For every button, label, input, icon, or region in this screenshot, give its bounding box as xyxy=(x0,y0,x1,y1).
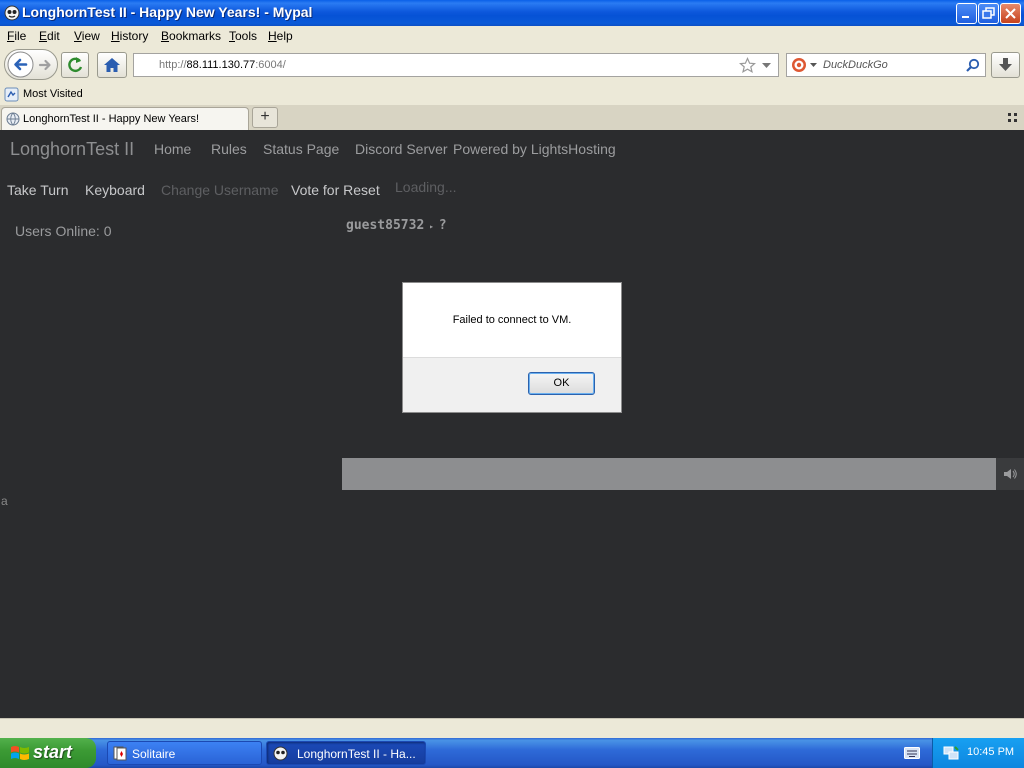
tab-label: LonghornTest II - Happy New Years! xyxy=(23,113,200,125)
new-tab-button[interactable]: + xyxy=(252,107,278,128)
minimize-icon xyxy=(962,16,969,18)
caret-icon: ▸ xyxy=(424,222,439,231)
downloads-button[interactable] xyxy=(991,52,1020,78)
tab-longhorntest[interactable]: LonghornTest II - Happy New Years! xyxy=(1,107,249,130)
menu-tools[interactable]: Tools xyxy=(229,29,257,43)
users-online-count: Users Online: 0 xyxy=(15,223,112,239)
nav-home[interactable]: Home xyxy=(154,141,191,157)
network-connection-icon[interactable] xyxy=(943,745,959,761)
list-all-tabs-icon[interactable] xyxy=(1008,113,1018,123)
home-button[interactable] xyxy=(97,52,127,78)
menu-history[interactable]: History xyxy=(111,29,148,43)
menu-edit[interactable]: Edit xyxy=(39,29,60,43)
forward-arrow-icon[interactable] xyxy=(37,57,53,73)
restore-button[interactable] xyxy=(978,3,999,24)
dialog-message-area: Failed to connect to VM. xyxy=(403,283,621,358)
page-content: LonghornTest II Home Rules Status Page D… xyxy=(0,130,1024,718)
mypal-app-icon xyxy=(4,5,20,21)
url-text: http://88.111.130.77:6004/ xyxy=(159,59,286,71)
nav-rules[interactable]: Rules xyxy=(211,141,247,157)
menu-help[interactable]: Help xyxy=(268,29,293,43)
navigation-toolbar: http://88.111.130.77:6004/ DuckDuckGo xyxy=(0,46,1024,84)
restore-icon xyxy=(982,7,995,19)
taskbar: start Solitaire LonghornTest II - Ha... … xyxy=(0,738,1024,768)
menu-file[interactable]: File xyxy=(7,29,26,43)
start-label: start xyxy=(33,742,73,762)
dialog-message: Failed to connect to VM. xyxy=(452,314,572,326)
search-icon[interactable] xyxy=(965,58,980,73)
ok-button[interactable]: OK xyxy=(528,372,595,395)
solitaire-icon xyxy=(113,746,127,761)
back-forward-group xyxy=(4,49,58,80)
reload-icon xyxy=(68,57,83,73)
title-bar[interactable]: LonghornTest II - Happy New Years! - Myp… xyxy=(0,0,1024,26)
nav-status-page[interactable]: Status Page xyxy=(263,141,339,157)
nav-discord-server[interactable]: Discord Server xyxy=(355,141,448,157)
most-visited-folder-icon xyxy=(4,87,19,102)
taskbar-item-label: LonghornTest II - Ha... xyxy=(297,747,416,761)
keyboard-language-icon[interactable] xyxy=(904,747,920,759)
vm-control-bar[interactable] xyxy=(342,458,996,490)
start-button[interactable]: start xyxy=(0,738,96,768)
reload-button[interactable] xyxy=(61,52,89,78)
bookmarks-toolbar: Most Visited xyxy=(0,84,1024,105)
stray-text: a xyxy=(1,494,8,508)
home-icon xyxy=(104,58,120,72)
back-arrow-icon[interactable] xyxy=(7,51,34,78)
tab-strip: LonghornTest II - Happy New Years! + xyxy=(0,105,1024,130)
status-bar xyxy=(0,718,1024,738)
taskbar-item-mypal[interactable]: LonghornTest II - Ha... xyxy=(266,741,426,765)
menu-bar: File Edit View History Bookmarks Tools H… xyxy=(0,26,1024,46)
close-icon xyxy=(1005,8,1016,19)
search-bar[interactable]: DuckDuckGo xyxy=(786,53,986,77)
menu-view[interactable]: View xyxy=(74,29,100,43)
minimize-button[interactable] xyxy=(956,3,977,24)
clock[interactable]: 10:45 PM xyxy=(967,746,1014,758)
download-arrow-icon xyxy=(999,58,1012,71)
alert-dialog: Failed to connect to VM. OK xyxy=(402,282,622,413)
engine-dropdown-icon[interactable] xyxy=(810,63,817,68)
username-label: guest85732 ▸ ? xyxy=(346,218,447,233)
keyboard-button[interactable]: Keyboard xyxy=(85,182,145,198)
menu-bookmarks[interactable]: Bookmarks xyxy=(161,29,221,43)
close-button[interactable] xyxy=(1000,3,1021,24)
take-turn-button[interactable]: Take Turn xyxy=(7,182,68,198)
vote-reset-button[interactable]: Vote for Reset xyxy=(291,182,380,198)
taskbar-item-label: Solitaire xyxy=(132,747,176,761)
loading-indicator: Loading... xyxy=(395,179,457,195)
url-dropdown-icon[interactable] xyxy=(761,62,772,70)
site-brand[interactable]: LonghornTest II xyxy=(10,139,134,160)
change-username-button[interactable]: Change Username xyxy=(161,182,279,198)
system-tray: 10:45 PM xyxy=(932,738,1024,768)
url-bar[interactable]: http://88.111.130.77:6004/ xyxy=(133,53,779,77)
most-visited-bookmark[interactable]: Most Visited xyxy=(23,88,83,100)
search-input[interactable]: DuckDuckGo xyxy=(823,59,888,71)
windows-logo-icon xyxy=(11,746,29,760)
duckduckgo-icon[interactable] xyxy=(791,57,807,73)
bookmark-star-icon[interactable] xyxy=(739,57,756,74)
nav-powered-by[interactable]: Powered by LightsHosting xyxy=(453,141,616,157)
volume-button[interactable] xyxy=(996,458,1024,490)
taskbar-item-solitaire[interactable]: Solitaire xyxy=(107,741,262,765)
window-title: LonghornTest II - Happy New Years! - Myp… xyxy=(22,4,313,20)
mypal-taskbar-icon xyxy=(273,746,288,761)
speaker-icon xyxy=(1004,469,1017,479)
globe-favicon-icon xyxy=(6,112,20,126)
